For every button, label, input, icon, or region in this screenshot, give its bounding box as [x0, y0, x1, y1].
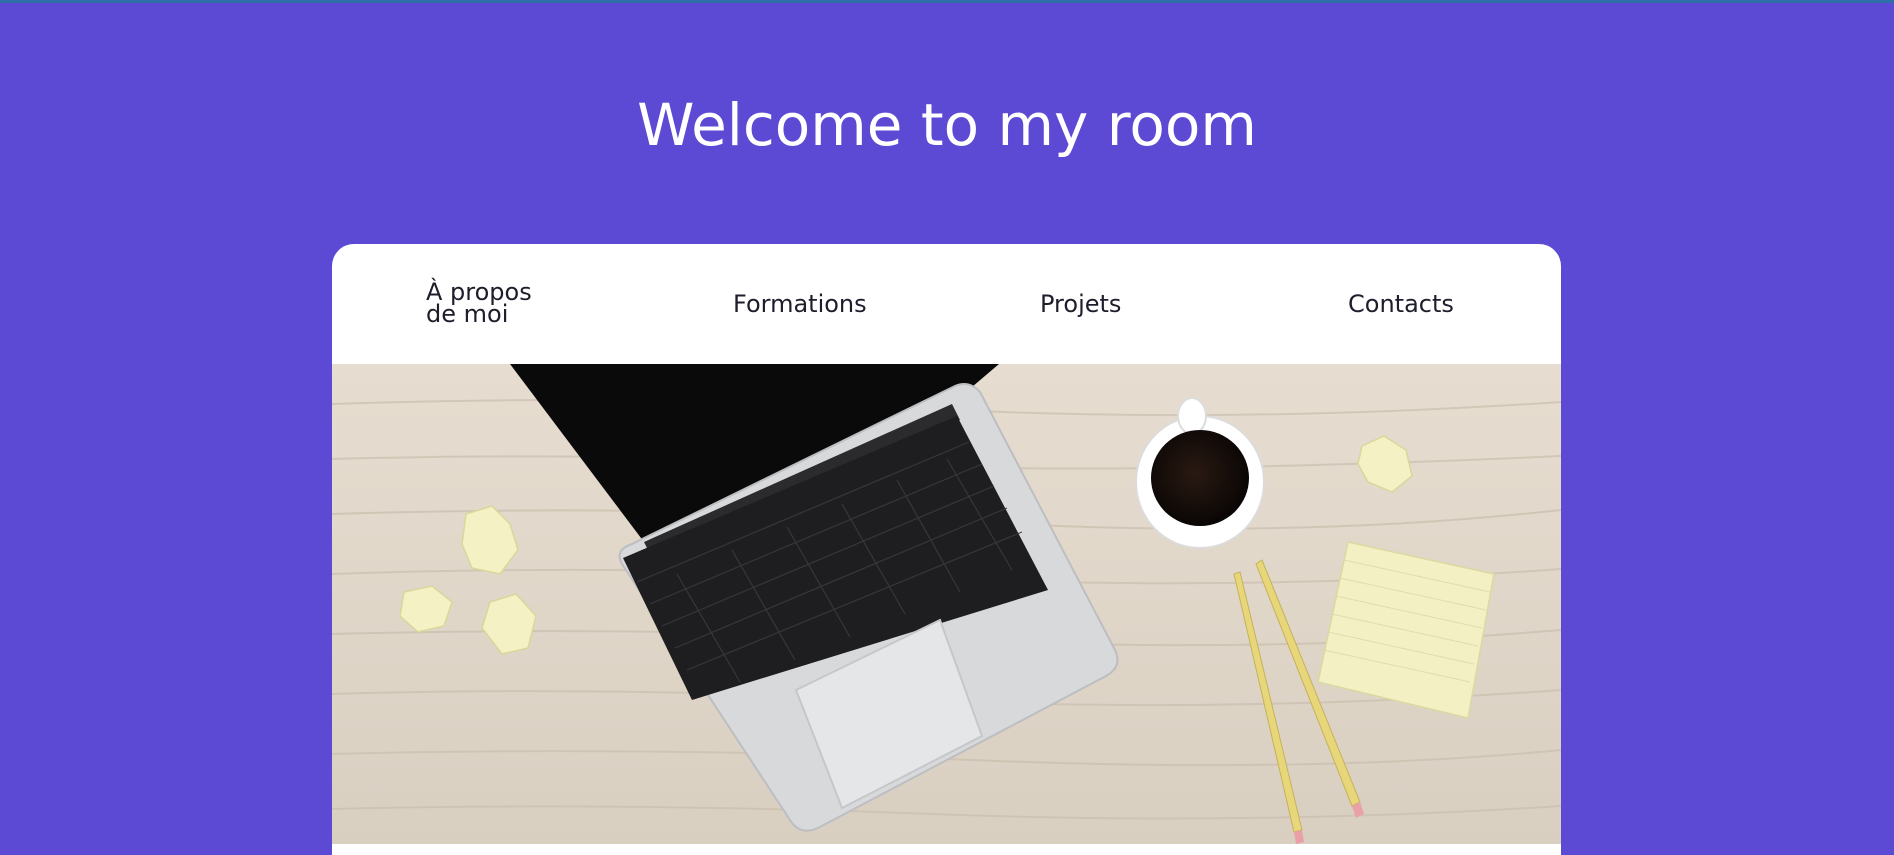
- page-title: Welcome to my room: [637, 91, 1257, 159]
- nav-item-formations[interactable]: Formations: [733, 292, 867, 316]
- top-border: [0, 0, 1894, 3]
- nav-item-about[interactable]: À propos de moi: [426, 280, 556, 326]
- nav-item-contacts[interactable]: Contacts: [1348, 292, 1454, 316]
- main-card: À propos de moi Formations Projets Conta…: [332, 244, 1561, 855]
- main-nav: À propos de moi Formations Projets Conta…: [332, 244, 1561, 364]
- hero-image: [332, 364, 1561, 844]
- nav-item-projets[interactable]: Projets: [1040, 292, 1121, 316]
